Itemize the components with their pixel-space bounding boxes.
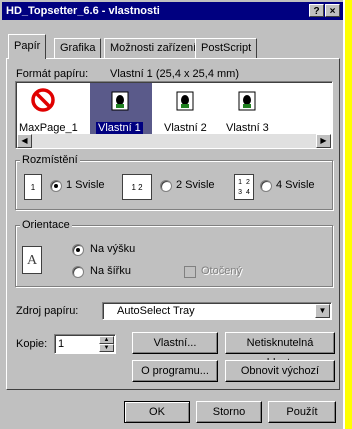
tab-label: Papír [14,40,41,52]
layout-1-radio[interactable] [50,180,62,192]
apply-button[interactable]: Použít [268,401,336,423]
tab-label: Grafika [60,42,96,54]
tab-paper[interactable]: Papír [8,34,47,59]
layout-2-label[interactable]: 2 Svisle [176,179,215,191]
unprintable-area-button[interactable]: Netiskn­utelná oblast... [225,332,335,369]
paper-item-label: Vlastní 2 [164,122,207,134]
orientation-preview-icon: A [22,246,42,274]
layout-1-label[interactable]: 1 Svisle [66,179,105,191]
stepper-up-icon[interactable]: ▲ [99,336,114,344]
rotated-label: Otočený [201,265,242,277]
stepper-down-icon[interactable]: ▼ [99,344,114,352]
tab-device-options[interactable]: Možnosti zařízení [104,38,203,58]
layout-2-icon: 1 2 [122,174,152,200]
copies-stepper[interactable]: 1 ▲ ▼ [54,334,116,354]
custom-button[interactable]: Vlastní... [132,332,218,354]
custom-paper-icon [176,91,194,114]
portrait-radio[interactable] [72,244,84,256]
layout-2-radio[interactable] [160,180,172,192]
landscape-label[interactable]: Na šířku [90,265,131,277]
copies-value: 1 [58,338,65,350]
chevron-down-icon[interactable]: ▼ [315,304,330,318]
tab-postscript[interactable]: PostScript [195,38,258,58]
title-bar: HD_Topsetter_6.6 - vlastnosti ? × [2,2,343,20]
paper-source-value: AutoSelect Tray [117,305,195,317]
paper-item-label: MaxPage_1 [19,122,78,134]
landscape-radio[interactable] [72,266,84,278]
paper-item-label: Vlastní 1 [96,122,143,134]
layout-4-icon: 1 2 3 4 [234,174,254,200]
layout-4-label[interactable]: 4 Svisle [276,179,315,191]
paper-list[interactable]: MaxPage_1 Vlastní 1 Vlastní 2 Vlastní 3 … [15,81,333,149]
portrait-label[interactable]: Na výšku [90,243,135,255]
horizontal-scrollbar[interactable] [17,134,331,148]
tab-label: PostScript [201,42,252,54]
tab-graphics[interactable]: Grafika [54,38,102,58]
copies-label: Kopie: [16,338,48,350]
layout-1-icon: 1 [24,174,42,200]
layout-4-radio[interactable] [260,180,272,192]
paper-item-label: Vlastní 3 [226,122,269,134]
paper-format-label: Formát papíru: [16,68,89,80]
help-button[interactable]: ? [309,4,324,17]
layout-group-title: Rozmístění [20,154,80,166]
scroll-right-icon[interactable]: ▶ [316,134,331,148]
orientation-group: Orientace [15,219,333,287]
paper-source-label: Zdroj papíru: [16,305,79,317]
ok-button[interactable]: OK [124,401,190,423]
custom-paper-icon [111,91,129,114]
orientation-group-title: Orientace [20,219,72,231]
restore-defaults-button[interactable]: Obnovit výchozí [225,360,335,382]
rotated-checkbox[interactable] [184,266,196,278]
paper-source-select[interactable]: AutoSelect Tray ▼ [102,302,332,320]
close-button[interactable]: × [325,4,340,17]
paper-format-value: Vlastní 1 (25,4 x 25,4 mm) [110,68,239,80]
window-title: HD_Topsetter_6.6 - vlastnosti [6,5,160,17]
custom-paper-icon [238,91,256,114]
about-button[interactable]: O programu... [132,360,218,382]
cancel-button[interactable]: Storno [196,401,262,423]
no-entry-icon [30,86,56,114]
scroll-left-icon[interactable]: ◀ [17,134,32,148]
tab-label: Možnosti zařízení [110,42,197,54]
dialog-window: HD_Topsetter_6.6 - vlastnosti ? × Papír … [0,0,345,429]
